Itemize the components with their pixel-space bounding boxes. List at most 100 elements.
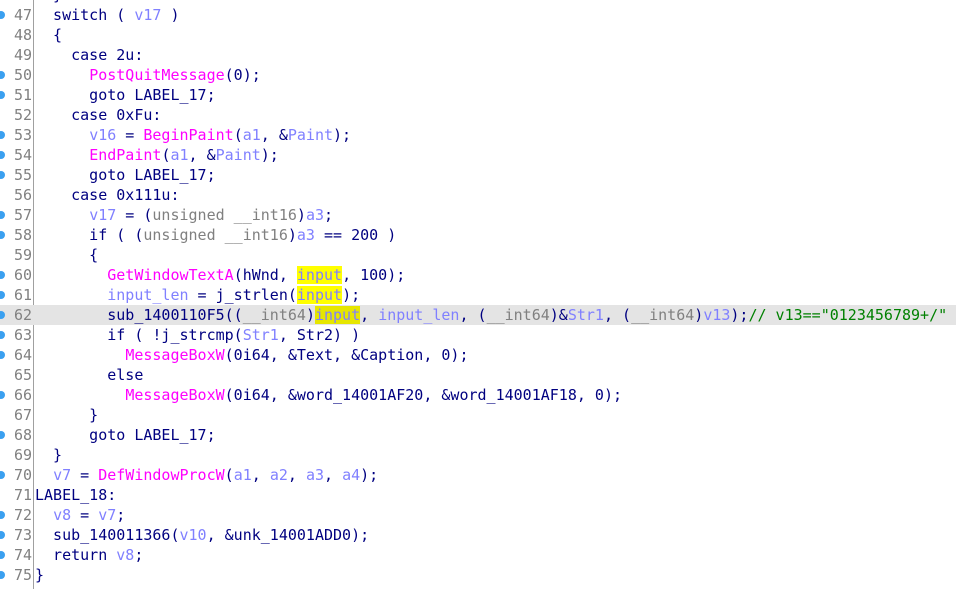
code-token[interactable]: input_len — [107, 286, 188, 304]
code-token: ) — [287, 226, 297, 244]
breakpoint-dot-icon[interactable] — [0, 291, 5, 299]
breakpoint-dot-icon[interactable] — [0, 391, 5, 399]
code-token: goto LABEL_17; — [35, 166, 216, 184]
breakpoint-dot-icon[interactable] — [0, 11, 5, 19]
code-token: , ( — [459, 306, 487, 324]
code-line[interactable]: 75} — [0, 565, 956, 585]
code-line[interactable]: 49 case 2u: — [0, 45, 956, 65]
code-line[interactable]: 65 else — [0, 365, 956, 385]
code-line[interactable]: 53 v16 = BeginPaint(a1, &Paint); — [0, 125, 956, 145]
code-token[interactable]: v7 — [98, 506, 116, 524]
code-line[interactable]: 47 switch ( v17 ) — [0, 5, 956, 25]
code-line[interactable]: 67 } — [0, 405, 956, 425]
code-token[interactable]: MessageBoxW — [125, 386, 224, 404]
code-line[interactable]: 50 PostQuitMessage(0); — [0, 65, 956, 85]
code-line[interactable]: 74 return v8; — [0, 545, 956, 565]
breakpoint-dot-icon[interactable] — [0, 511, 5, 519]
code-token[interactable]: EndPaint — [89, 146, 161, 164]
code-line[interactable]: 51 goto LABEL_17; — [0, 85, 956, 105]
highlighted-token[interactable]: input — [296, 266, 343, 284]
code-token[interactable]: v17 — [89, 206, 116, 224]
code-token: , ( — [603, 306, 632, 324]
breakpoint-dot-icon[interactable] — [0, 151, 5, 159]
breakpoint-dot-icon[interactable] — [0, 551, 5, 559]
code-token[interactable]: DefWindowProcW — [98, 466, 224, 484]
code-token: = — [71, 506, 99, 524]
code-token[interactable]: a2 — [270, 466, 288, 484]
code-token[interactable]: v10 — [180, 526, 207, 544]
breakpoint-dot-icon[interactable] — [0, 171, 5, 179]
line-number: 61 — [13, 286, 32, 304]
breakpoint-dot-icon[interactable] — [0, 231, 5, 239]
code-token[interactable]: Paint — [288, 126, 333, 144]
breakpoint-dot-icon[interactable] — [0, 211, 5, 219]
code-token[interactable]: PostQuitMessage — [89, 66, 224, 84]
code-line[interactable]: 64 MessageBoxW(0i64, &Text, &Caption, 0)… — [0, 345, 956, 365]
code-token[interactable]: a1 — [243, 126, 261, 144]
code-line[interactable]: 55 goto LABEL_17; — [0, 165, 956, 185]
code-token[interactable]: v16 — [89, 126, 116, 144]
code-token[interactable]: a1 — [170, 146, 188, 164]
code-token: (hWnd, — [233, 266, 297, 284]
code-token[interactable]: a3 — [297, 226, 315, 244]
code-line[interactable]: 56 case 0x111u: — [0, 185, 956, 205]
code-token[interactable]: a3 — [306, 206, 324, 224]
code-token[interactable]: a1 — [234, 466, 252, 484]
breakpoint-dot-icon[interactable] — [0, 331, 5, 339]
code-line[interactable]: 59 { — [0, 245, 956, 265]
breakpoint-dot-icon[interactable] — [0, 71, 5, 79]
code-line[interactable]: 61 input_len = j_strlen(input); — [0, 285, 956, 305]
code-token[interactable]: v17 — [134, 6, 161, 24]
code-token[interactable]: a3 — [306, 466, 324, 484]
breakpoint-dot-icon[interactable] — [0, 351, 5, 359]
code-token: if ( !j_strcmp( — [35, 326, 243, 344]
line-number: 54 — [13, 146, 32, 164]
breakpoint-dot-icon[interactable] — [0, 311, 5, 319]
breakpoint-dot-icon[interactable] — [0, 271, 5, 279]
code-token[interactable]: MessageBoxW — [125, 346, 224, 364]
code-token[interactable]: v8 — [53, 506, 71, 524]
code-token: } — [35, 446, 63, 464]
code-text: } — [35, 565, 44, 585]
code-line[interactable]: 70 v7 = DefWindowProcW(a1, a2, a3, a4); — [0, 465, 956, 485]
code-token[interactable]: Str1 — [568, 306, 604, 324]
code-line[interactable]: 72 v8 = v7; — [0, 505, 956, 525]
code-token[interactable]: v7 — [53, 466, 71, 484]
code-token[interactable]: BeginPaint — [143, 126, 233, 144]
code-token: { — [35, 26, 63, 44]
code-token: unsigned __int16 — [152, 206, 297, 224]
code-token[interactable]: GetWindowTextA — [107, 266, 233, 284]
code-line[interactable]: 69 } — [0, 445, 956, 465]
code-line[interactable]: 68 goto LABEL_17; — [0, 425, 956, 445]
code-token[interactable]: Paint — [216, 146, 261, 164]
breakpoint-dot-icon[interactable] — [0, 91, 5, 99]
code-token[interactable]: input_len — [378, 306, 459, 324]
code-line[interactable]: 66 MessageBoxW(0i64, &word_14001AF20, &w… — [0, 385, 956, 405]
breakpoint-dot-icon[interactable] — [0, 531, 5, 539]
code-line[interactable]: 71 LABEL_18: — [0, 485, 956, 505]
code-line[interactable]: 63 if ( !j_strcmp(Str1, Str2) ) — [0, 325, 956, 345]
pseudocode-view[interactable]: 46 }47 switch ( v17 )48 {49 case 2u:50 P… — [0, 0, 956, 585]
breakpoint-dot-icon[interactable] — [0, 131, 5, 139]
line-number: 62 — [13, 306, 32, 324]
code-line[interactable]: 60 GetWindowTextA(hWnd, input, 100); — [0, 265, 956, 285]
code-token[interactable]: Str1 — [243, 326, 279, 344]
code-line[interactable]: 52 case 0xFu: — [0, 105, 956, 125]
code-token[interactable]: a4 — [342, 466, 360, 484]
code-line[interactable]: 62 sub_1400110F5((__int64)input, input_l… — [0, 305, 956, 325]
code-line[interactable]: 58 if ( (unsigned __int16)a3 == 200 ) — [0, 225, 956, 245]
code-line[interactable]: 73 sub_140011366(v10, &unk_14001ADD0); — [0, 525, 956, 545]
code-line[interactable]: 54 EndPaint(a1, &Paint); — [0, 145, 956, 165]
code-token[interactable]: v13 — [703, 306, 730, 324]
code-line[interactable]: 57 v17 = (unsigned __int16)a3; — [0, 205, 956, 225]
breakpoint-dot-icon[interactable] — [0, 471, 5, 479]
breakpoint-dot-icon[interactable] — [0, 571, 5, 579]
code-token: case 0x111u: — [35, 186, 180, 204]
code-token[interactable]: v8 — [116, 546, 134, 564]
highlighted-token[interactable]: input — [296, 286, 343, 304]
highlighted-token[interactable]: input — [314, 306, 361, 324]
code-line[interactable]: 48 { — [0, 25, 956, 45]
breakpoint-dot-icon[interactable] — [0, 431, 5, 439]
